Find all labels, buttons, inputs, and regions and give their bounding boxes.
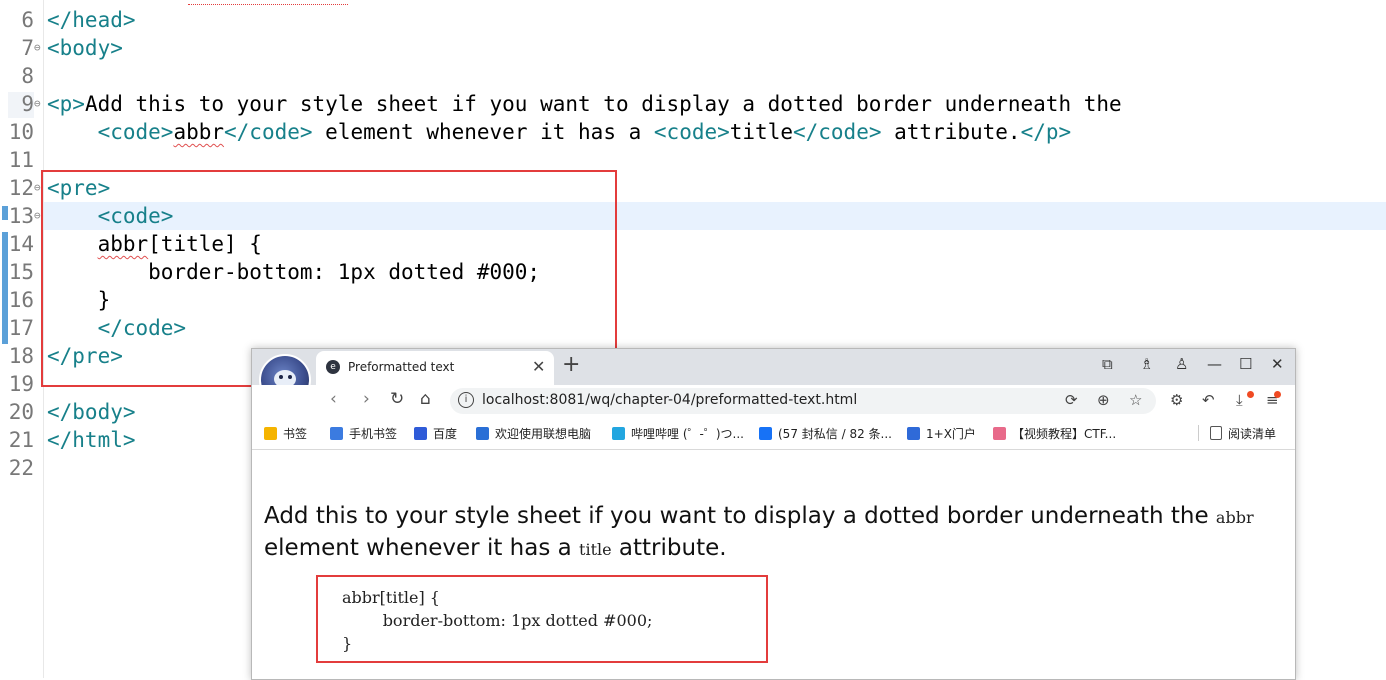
para-text: attribute. xyxy=(611,535,727,561)
code-text: <body> xyxy=(47,36,123,60)
highlight-box-browser xyxy=(316,575,768,663)
bookmark-label: (57 封私信 / 82 条... xyxy=(778,427,892,441)
extensions-icon[interactable]: ⚙ xyxy=(1170,391,1183,409)
fold-toggle-icon[interactable]: ⊖ xyxy=(34,34,41,62)
bilibili-icon xyxy=(612,427,625,440)
star-icon xyxy=(264,427,277,440)
code-text: <p>Add this to your style sheet if you w… xyxy=(47,92,1122,116)
fold-toggle-icon[interactable]: ⊖ xyxy=(34,174,41,202)
code-text: </html> xyxy=(47,428,136,452)
notification-dot xyxy=(1247,391,1254,398)
code-line[interactable]: 10 <code>abbr</code> element whenever it… xyxy=(0,118,1386,146)
paragraph: Add this to your style sheet if you want… xyxy=(264,501,1274,565)
fold-toggle-icon[interactable]: ⊖ xyxy=(34,202,41,230)
download-icon[interactable]: ⤓ xyxy=(1236,391,1243,409)
tab-bar: e Preformatted text ✕ + ⧉ ♗ ♙ — ☐ ✕ xyxy=(252,349,1295,385)
zhihu-icon xyxy=(759,427,772,440)
line-number: 20 xyxy=(8,400,34,424)
shirt-icon[interactable]: ♙ xyxy=(1175,355,1188,373)
fold-toggle-icon[interactable]: ⊖ xyxy=(34,90,41,118)
line-number: 19 xyxy=(8,372,34,396)
home-icon[interactable]: ⌂ xyxy=(420,389,431,409)
line-number: 10 xyxy=(8,120,34,144)
minimize-icon[interactable]: — xyxy=(1207,355,1222,373)
code-line[interactable]: 8 xyxy=(0,62,1386,90)
maximize-icon[interactable]: ☐ xyxy=(1239,355,1252,373)
spell-check-underline xyxy=(188,0,348,5)
zoom-icon[interactable]: ⊕ xyxy=(1097,391,1110,409)
code-text: <code>abbr</code> element whenever it ha… xyxy=(97,120,1072,144)
favorite-star-icon[interactable]: ☆ xyxy=(1129,391,1142,409)
back-icon[interactable]: ‹ xyxy=(330,389,337,409)
reload-icon[interactable]: ↻ xyxy=(390,389,404,409)
reading-list-icon xyxy=(1210,426,1222,440)
code-text: </body> xyxy=(47,400,136,424)
bookmarks-divider xyxy=(1198,425,1199,441)
bookmark-item[interactable]: 哔哩哔哩 (゜-゜)つ... xyxy=(612,425,744,442)
tab-preformatted-text[interactable]: e Preformatted text ✕ xyxy=(316,351,554,385)
reading-list-label: 阅读清单 xyxy=(1228,427,1277,441)
url-text: localhost:8081/wq/chapter-04/preformatte… xyxy=(482,392,858,408)
bookmark-item[interactable]: 1+X门户 xyxy=(907,425,976,442)
bookmark-label: 欢迎使用联想电脑 xyxy=(495,427,592,441)
line-number: 14 xyxy=(8,232,34,256)
reading-list[interactable]: 阅读清单 xyxy=(1210,425,1276,442)
address-bar[interactable]: i localhost:8081/wq/chapter-04/preformat… xyxy=(450,388,1156,414)
bookmark-item[interactable]: 手机书签 xyxy=(330,425,397,442)
line-number: 8 xyxy=(21,64,34,88)
line-number: 6 xyxy=(21,8,34,32)
browser-window: e Preformatted text ✕ + ⧉ ♗ ♙ — ☐ ✕ ‹ › … xyxy=(251,348,1296,680)
code-text: </head> xyxy=(47,8,136,32)
line-number: 7 xyxy=(21,36,34,60)
bookmark-label: 书签 xyxy=(283,427,308,441)
bookmark-label: 手机书签 xyxy=(349,427,398,441)
forward-icon[interactable]: › xyxy=(363,389,370,409)
bookmark-item[interactable]: 欢迎使用联想电脑 xyxy=(476,425,591,442)
line-number: 22 xyxy=(8,456,34,480)
code-line[interactable]: 7 ⊖ <body> xyxy=(0,34,1386,62)
tab-action-icon[interactable]: ⧉ xyxy=(1102,355,1113,373)
new-tab-icon[interactable]: + xyxy=(562,352,580,377)
para-text: element whenever it has a xyxy=(264,535,580,561)
refresh-icon[interactable]: ⟳ xyxy=(1065,391,1078,409)
edge-favicon-icon: e xyxy=(326,360,340,374)
bookmark-label: 【视频教程】CTF... xyxy=(1012,427,1117,441)
bookmark-label: 1+X门户 xyxy=(926,427,976,441)
line-number: 13 xyxy=(8,204,34,228)
bookmark-item[interactable]: 书签 xyxy=(264,425,307,442)
bookmark-label: 百度 xyxy=(433,427,458,441)
bookmark-item[interactable]: 百度 xyxy=(414,425,457,442)
line-number: 16 xyxy=(8,288,34,312)
line-number: 11 xyxy=(8,148,34,172)
lenovo-icon xyxy=(476,427,489,440)
baidu-icon xyxy=(414,427,427,440)
line-number: 21 xyxy=(8,428,34,452)
phone-icon xyxy=(330,427,343,440)
inline-code-title: title xyxy=(579,540,612,559)
inline-code-abbr: abbr xyxy=(1215,508,1254,527)
para-text: Add this to your style sheet if you want… xyxy=(264,503,1216,529)
bookmark-label: 哔哩哔哩 (゜-゜)つ... xyxy=(631,427,744,441)
close-icon[interactable]: ✕ xyxy=(532,357,545,376)
bookmarks-bar: 书签 手机书签 百度 欢迎使用联想电脑 哔哩哔哩 (゜-゜)つ... (57 封私信 / … xyxy=(252,417,1295,450)
bookmark-item[interactable]: 【视频教程】CTF... xyxy=(993,425,1116,442)
line-number: 18 xyxy=(8,344,34,368)
code-line[interactable]: 9 ⊖ <p>Add this to your style sheet if you… xyxy=(0,90,1386,118)
incognito-icon[interactable]: ♗ xyxy=(1140,355,1153,373)
info-icon[interactable]: i xyxy=(458,392,474,408)
video-icon xyxy=(993,427,1006,440)
line-number: 15 xyxy=(8,260,34,284)
tab-title: Preformatted text xyxy=(348,360,455,374)
portal-icon xyxy=(907,427,920,440)
code-line[interactable]: 6 </head> xyxy=(0,6,1386,34)
undo-icon[interactable]: ↶ xyxy=(1202,391,1215,409)
line-number: 17 xyxy=(8,316,34,340)
page-content: Add this to your style sheet if you want… xyxy=(252,450,1295,679)
navigation-bar: ‹ › ↻ ⌂ i localhost:8081/wq/chapter-04/p… xyxy=(252,385,1295,417)
notification-dot xyxy=(1274,391,1281,398)
bookmark-item[interactable]: (57 封私信 / 82 条... xyxy=(759,425,892,442)
close-window-icon[interactable]: ✕ xyxy=(1271,355,1284,373)
line-number: 12 xyxy=(8,176,34,200)
line-number: 9 xyxy=(21,92,34,116)
